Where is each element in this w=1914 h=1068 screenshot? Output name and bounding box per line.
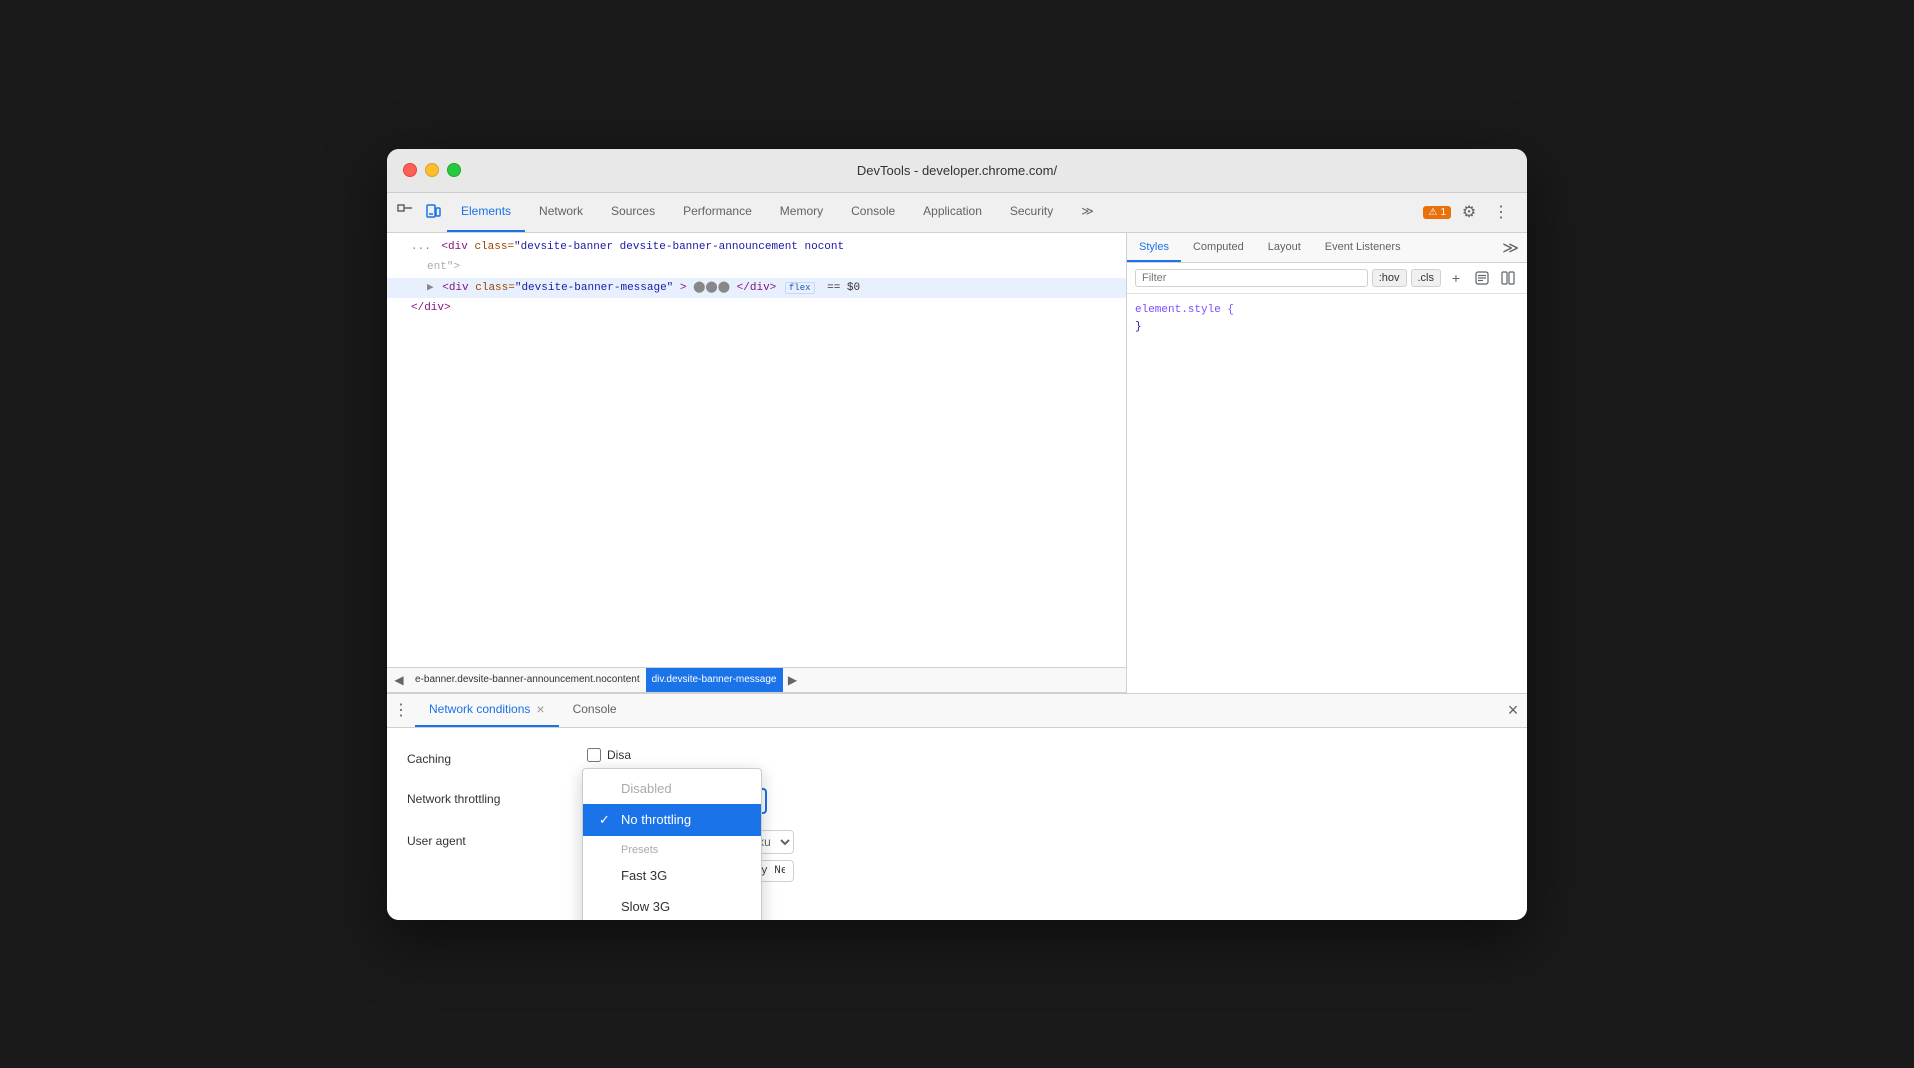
style-edit-icon[interactable] (1471, 267, 1493, 289)
html-line-selected[interactable]: ▶ <div class="devsite-banner-message" > … (387, 278, 1126, 299)
caching-row: Caching Disa (407, 740, 1507, 780)
html-line: ... <div class="devsite-banner devsite-b… (387, 237, 1126, 258)
bottom-tabs-bar: ⋮ Network conditions × Console × (387, 694, 1527, 728)
tab-network[interactable]: Network (525, 193, 597, 232)
styles-content: element.style { } (1127, 294, 1527, 693)
title-bar: DevTools - developer.chrome.com/ (387, 149, 1527, 193)
network-throttling-label: Network throttling (407, 788, 587, 806)
settings-icon[interactable]: ⚙ (1455, 198, 1483, 226)
styles-tab-layout[interactable]: Layout (1256, 234, 1313, 262)
user-agent-label: User agent (407, 830, 587, 848)
breadcrumb-item-2[interactable]: div.devsite-banner-message (646, 668, 783, 692)
maximize-button[interactable] (447, 163, 461, 177)
styles-filter-bar: :hov .cls + (1127, 263, 1527, 294)
more-options-icon[interactable]: ⋮ (1487, 198, 1515, 226)
window-title: DevTools - developer.chrome.com/ (857, 163, 1057, 178)
inspect-icon[interactable] (391, 198, 419, 226)
caching-checkbox-label: Disa (607, 748, 631, 762)
dropdown-item-disabled: Disabled (583, 773, 761, 804)
dropdown-item-fast3g[interactable]: Fast 3G (583, 860, 761, 891)
html-line: </div> (387, 298, 1126, 319)
minimize-button[interactable] (425, 163, 439, 177)
throttling-dropdown-menu: Disabled ✓ No throttling Presets Fast 3G (582, 768, 762, 920)
style-view-icon[interactable] (1497, 267, 1519, 289)
warning-badge: ⚠ 1 (1423, 206, 1451, 219)
tab-performance[interactable]: Performance (669, 193, 766, 232)
hov-button[interactable]: :hov (1372, 269, 1407, 287)
tab-console[interactable]: Console (837, 193, 909, 232)
close-button[interactable] (403, 163, 417, 177)
tab-elements[interactable]: Elements (447, 193, 525, 232)
tab-close-network-conditions[interactable]: × (536, 702, 544, 716)
caching-checkbox[interactable] (587, 748, 601, 762)
tab-security[interactable]: Security (996, 193, 1067, 232)
breadcrumb-right-arrow[interactable]: ▶ (783, 668, 803, 692)
add-style-icon[interactable]: + (1445, 267, 1467, 289)
bottom-panel: ⋮ Network conditions × Console × Caching… (387, 693, 1527, 920)
breadcrumb-nav: ◀ e-banner.devsite-banner-announcement.n… (387, 668, 805, 692)
tab-sources[interactable]: Sources (597, 193, 669, 232)
tab-more[interactable]: ≫ (1067, 193, 1108, 232)
tab-network-conditions[interactable]: Network conditions × (415, 694, 559, 727)
breadcrumb-left-arrow[interactable]: ◀ (389, 668, 409, 692)
devtools-toolbar: Elements Network Sources Performance Mem… (387, 193, 1527, 233)
elements-content: ... <div class="devsite-banner devsite-b… (387, 233, 1126, 667)
caching-label: Caching (407, 748, 587, 766)
styles-filter-input[interactable] (1135, 269, 1368, 287)
tab-application[interactable]: Application (909, 193, 996, 232)
devtools-window: DevTools - developer.chrome.com/ Element… (387, 149, 1527, 920)
styles-panel: Styles Computed Layout Event Listeners ≫… (1127, 233, 1527, 693)
traffic-lights (403, 163, 461, 177)
dropdown-item-no-throttling[interactable]: ✓ No throttling (583, 804, 761, 836)
elements-panel: ... <div class="devsite-banner devsite-b… (387, 233, 1127, 693)
toolbar-tabs: Elements Network Sources Performance Mem… (447, 193, 1423, 232)
device-icon[interactable] (419, 198, 447, 226)
tab-memory[interactable]: Memory (766, 193, 837, 232)
close-bottom-panel-icon[interactable]: × (1499, 694, 1527, 727)
styles-tab-computed[interactable]: Computed (1181, 234, 1256, 262)
network-conditions-content: Caching Disa Network throttling No throt… (387, 728, 1527, 920)
styles-tabs: Styles Computed Layout Event Listeners ≫ (1127, 233, 1527, 263)
throttling-dropdown-overlay: Disabled ✓ No throttling Presets Fast 3G (582, 768, 762, 920)
style-rule: element.style { } (1135, 302, 1519, 337)
main-content: ... <div class="devsite-banner devsite-b… (387, 233, 1527, 693)
styles-tab-event-listeners[interactable]: Event Listeners (1313, 234, 1413, 262)
tab-bottom-console[interactable]: Console (559, 694, 631, 727)
styles-tab-more[interactable]: ≫ (1494, 234, 1527, 262)
caching-checkbox-row: Disa (587, 748, 631, 762)
dropdown-section-presets: Presets (583, 836, 761, 860)
toolbar-right: ⚠ 1 ⚙ ⋮ (1423, 198, 1523, 226)
styles-tab-styles[interactable]: Styles (1127, 234, 1181, 262)
dropdown-item-slow3g[interactable]: Slow 3G (583, 891, 761, 920)
breadcrumb-bar: ◀ e-banner.devsite-banner-announcement.n… (387, 667, 1126, 693)
user-agent-row: User agent Use Androi ky Nexu (407, 822, 1507, 908)
network-throttling-row: Network throttling No throttling (407, 780, 1507, 822)
html-line: ent"> (387, 257, 1126, 278)
cls-button[interactable]: .cls (1411, 269, 1442, 287)
caching-control: Disa (587, 748, 1507, 762)
breadcrumb-item-1[interactable]: e-banner.devsite-banner-announcement.noc… (409, 668, 646, 692)
bottom-more-icon[interactable]: ⋮ (387, 694, 415, 727)
